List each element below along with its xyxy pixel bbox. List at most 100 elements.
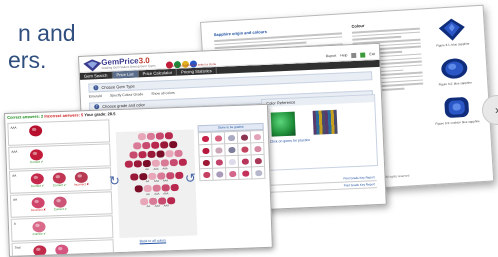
answer-cell[interactable]	[26, 124, 45, 143]
answer-cell[interactable]: Correct ✔	[50, 171, 69, 190]
color-option[interactable]	[147, 172, 156, 180]
answer-cell[interactable]: Correct ✔	[28, 172, 47, 191]
stone-cell[interactable]	[237, 131, 252, 144]
stone-icon	[201, 147, 210, 154]
color-option[interactable]	[146, 150, 156, 159]
stone-grid-cells	[197, 129, 266, 182]
stone-cell[interactable]	[251, 142, 265, 156]
answer-row: AAA Correct ✔	[8, 143, 111, 170]
color-option[interactable]	[157, 196, 166, 205]
stone-cell[interactable]	[252, 166, 266, 180]
color-option[interactable]	[161, 184, 170, 192]
grade-key-table: Print Grade Key Report Print Grade Key R…	[264, 174, 378, 193]
answer-cell[interactable]: Incorrect ✘	[29, 196, 48, 215]
print-icon[interactable]	[351, 52, 357, 59]
color-option[interactable]	[169, 158, 178, 167]
grading-quiz-window: Correct answers: 2 Incorrect answers: 5 …	[4, 103, 273, 257]
color-option[interactable]	[164, 132, 173, 140]
rotate-right-icon[interactable]: ↺	[183, 170, 197, 185]
show-all-colors-option[interactable]: Show all colors	[151, 91, 175, 96]
stone-cell[interactable]	[250, 130, 265, 144]
stone-cell[interactable]	[200, 168, 214, 182]
grade-value: 28.5	[107, 111, 116, 117]
specify-grade-option[interactable]: Specify Colour Grade	[110, 92, 144, 97]
correct-label: Correct answers:	[7, 113, 40, 120]
color-grade-label: AAA	[162, 179, 169, 183]
color-option[interactable]	[173, 149, 183, 158]
report-link[interactable]: Report	[326, 54, 337, 59]
help-link[interactable]: Help	[340, 53, 347, 58]
stone-icon	[253, 145, 262, 152]
color-option[interactable]	[164, 150, 174, 158]
exit-link[interactable]: Exit	[369, 52, 375, 57]
color-option[interactable]	[129, 172, 138, 181]
stone-cell[interactable]	[226, 167, 240, 181]
stone-cell[interactable]	[199, 144, 213, 158]
incorrect-label: Incorrect answers:	[44, 112, 80, 119]
color-option[interactable]	[160, 159, 169, 167]
answer-status: Incorrect ✘	[73, 181, 90, 187]
color-option[interactable]	[170, 183, 179, 192]
stone-cell[interactable]	[198, 132, 213, 146]
stone-cell[interactable]	[225, 155, 240, 169]
stone-cell[interactable]	[212, 156, 227, 169]
stone-cell[interactable]	[211, 132, 226, 145]
color-option[interactable]	[137, 151, 147, 159]
answer-cell[interactable]: Correct ✔	[51, 195, 70, 214]
exit-icon[interactable]	[360, 52, 366, 58]
stone-cell[interactable]	[224, 131, 239, 145]
stone-cell[interactable]	[238, 143, 252, 156]
practice-note[interactable]: Click on gems for practice	[270, 138, 310, 144]
color-option[interactable]	[133, 142, 142, 150]
answer-cell[interactable]: Correct ✔	[30, 220, 49, 239]
color-option[interactable]	[143, 184, 152, 193]
stone-cell[interactable]	[212, 144, 226, 157]
stone-cell[interactable]	[238, 155, 253, 168]
rotate-left-icon[interactable]: ↻	[107, 173, 121, 188]
answer-cell[interactable]: Incorrect ✘	[72, 171, 91, 190]
stone-cell[interactable]	[239, 167, 253, 180]
color-option[interactable]	[124, 160, 133, 168]
color-grade-label: AAA	[163, 191, 169, 195]
color-option[interactable]	[137, 133, 146, 141]
color-option[interactable]	[139, 197, 148, 205]
color-option[interactable]	[148, 197, 157, 205]
color-chart-swatch[interactable]	[313, 109, 339, 135]
stone-cell[interactable]	[199, 156, 214, 170]
stone-icon	[228, 170, 236, 177]
stone-cell[interactable]	[251, 154, 266, 168]
answer-status: Correct ✔	[30, 159, 44, 164]
color-option[interactable]	[169, 140, 178, 149]
color-option[interactable]	[155, 132, 164, 140]
color-option[interactable]	[165, 171, 174, 179]
color-option[interactable]	[166, 196, 175, 204]
stone-cell[interactable]	[213, 168, 227, 181]
stone-cell[interactable]	[225, 143, 239, 157]
color-option[interactable]	[174, 171, 183, 179]
color-row	[116, 131, 194, 141]
color-option[interactable]	[178, 158, 187, 166]
color-option[interactable]	[142, 159, 151, 168]
color-option[interactable]	[133, 160, 142, 168]
color-option[interactable]	[151, 141, 160, 149]
back-to-all-colors-link[interactable]: Back to all colors	[139, 238, 166, 243]
emerald-swatch[interactable]	[270, 111, 296, 137]
color-option[interactable]	[138, 172, 147, 180]
color-option[interactable]	[146, 132, 155, 141]
gem-figure-column: Figure 3.1: blue sapphire Figure 3.2: bl…	[425, 16, 484, 136]
tab-price-list[interactable]: Price List	[112, 70, 139, 79]
answer-cell[interactable]: Correct ✔	[27, 148, 46, 167]
color-option[interactable]	[134, 185, 143, 193]
color-option[interactable]	[152, 184, 161, 192]
color-option[interactable]	[160, 141, 169, 149]
gem-type-select[interactable]: Emerald	[89, 94, 102, 99]
tab-gem-search[interactable]: Gem Search	[79, 71, 113, 80]
answer-cell[interactable]: Correct ✔	[53, 243, 72, 257]
color-option[interactable]	[155, 150, 165, 158]
color-grade-label: AAA	[153, 167, 159, 171]
color-option[interactable]	[151, 159, 160, 167]
color-option[interactable]	[142, 141, 151, 150]
answer-cell[interactable]	[31, 244, 50, 257]
color-option[interactable]	[128, 151, 138, 159]
color-option[interactable]	[156, 171, 165, 180]
